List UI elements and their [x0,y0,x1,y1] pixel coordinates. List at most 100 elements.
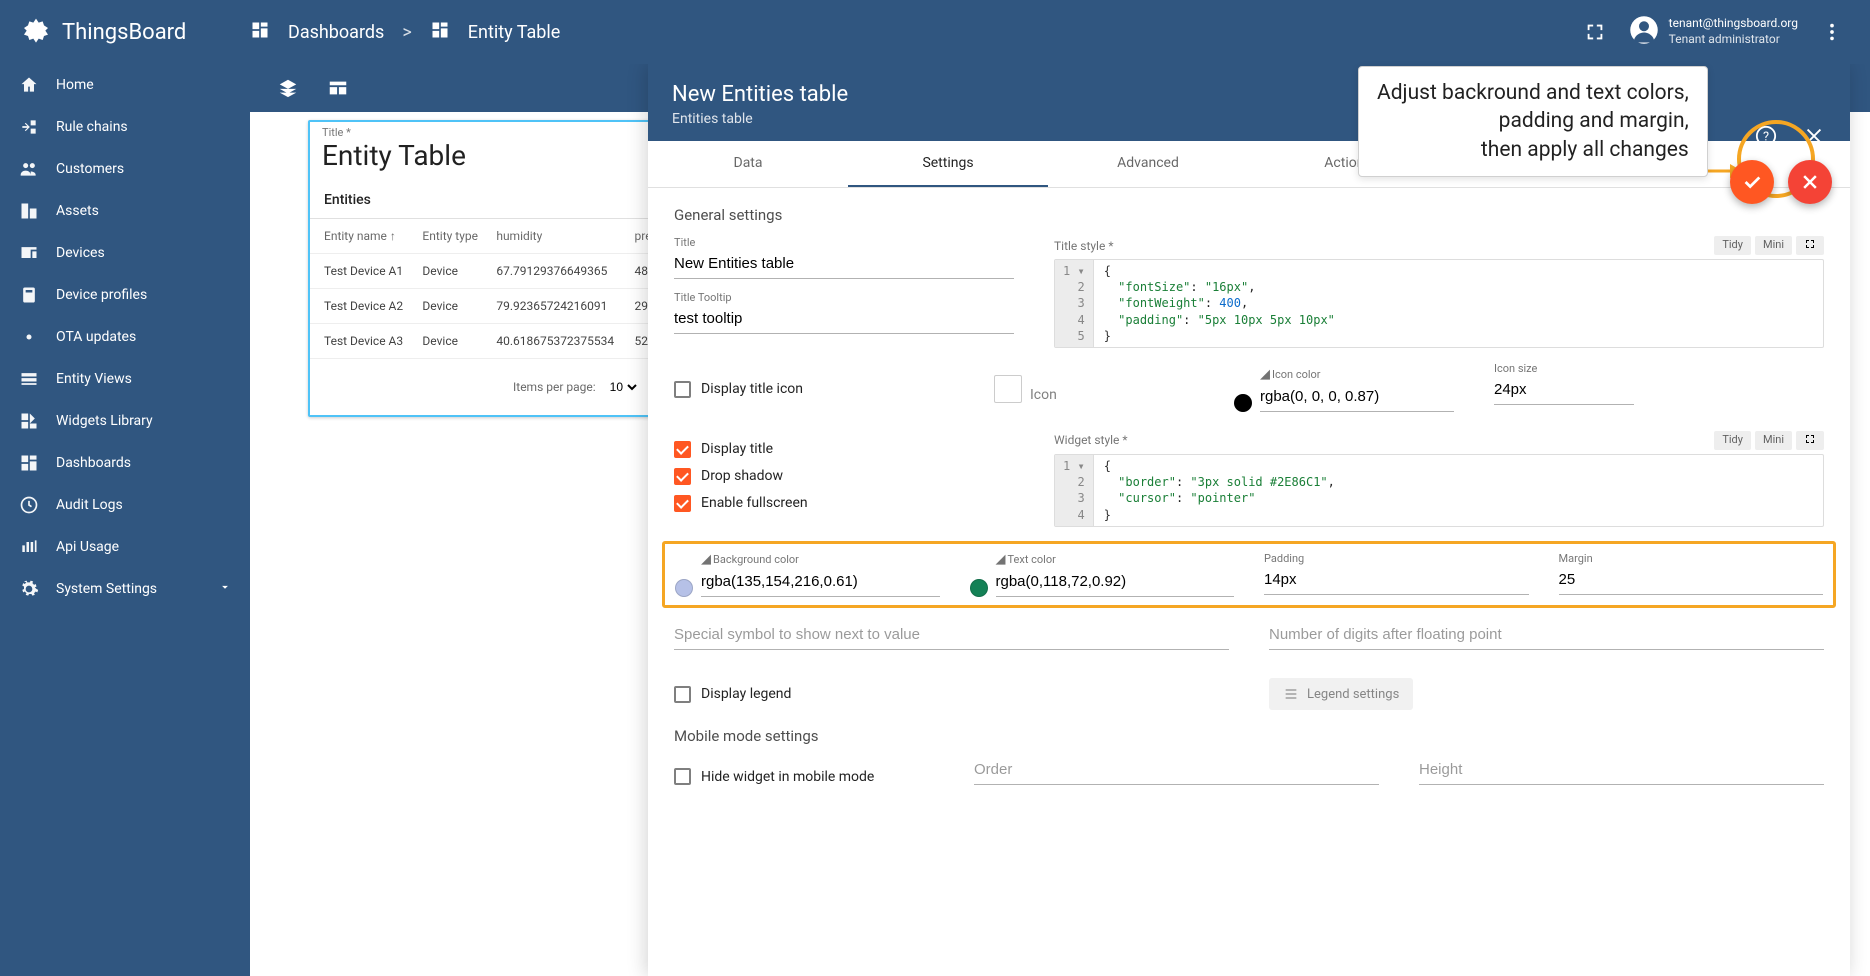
sidebar-item-assets[interactable]: Assets [0,190,250,232]
sidebar-item-label: Devices [56,245,105,261]
sort-asc-icon: ↑ [390,229,396,243]
order-input[interactable] [974,757,1379,785]
mobile-settings-heading: Mobile mode settings [674,727,1824,745]
sidebar-item-customers[interactable]: Customers [0,148,250,190]
profile-icon [18,284,40,306]
tab-settings[interactable]: Settings [848,141,1048,187]
sidebar: Home Rule chains Customers Assets Device… [0,64,250,976]
fullscreen-code-icon[interactable] [1796,431,1824,450]
title-input[interactable] [674,251,1014,279]
col-entity-type[interactable]: Entity type [414,219,488,254]
bg-color-input[interactable] [701,569,940,597]
title-label: Title * [310,122,691,139]
widgets-icon [18,410,40,432]
enable-fullscreen-checkbox[interactable] [674,495,691,512]
apply-button[interactable] [1730,160,1774,204]
help-icon[interactable]: ? [1748,118,1784,154]
tooltip-input[interactable] [674,306,1014,334]
widget-style-label: Widget style * [1054,433,1128,447]
close-icon[interactable] [1796,118,1832,154]
sidebar-item-label: Assets [56,203,99,219]
breadcrumb-item[interactable]: Dashboards [288,22,384,43]
table-row[interactable]: Test Device A3Device40.61867537237553452… [310,324,691,359]
display-legend-checkbox[interactable] [674,686,691,703]
widget-style-editor[interactable]: 1 ▾234 { "border": "3px solid #2E86C1", … [1054,454,1824,527]
domain-icon [18,200,40,222]
table-row[interactable]: Test Device A1Device67.7912937664936548.… [310,254,691,289]
widget-editor-panel: New Entities table Entities table ? Data… [648,64,1850,976]
title-field-label: Title [674,236,1014,249]
breadcrumb-item[interactable]: Entity Table [468,22,561,43]
icon-size-label: Icon size [1494,362,1634,375]
tidy-button[interactable]: Tidy [1714,431,1751,450]
more-vert-icon[interactable] [1814,14,1850,50]
display-title-icon-checkbox[interactable] [674,381,691,398]
layout-icon[interactable] [320,70,356,106]
audit-icon [18,494,40,516]
user-email: tenant@thingsboard.org [1669,16,1798,32]
devices-icon [18,242,40,264]
tab-data[interactable]: Data [648,141,848,187]
dashboard-icon [430,20,450,45]
text-color-swatch[interactable] [970,579,988,597]
layers-icon[interactable] [270,70,306,106]
mini-button[interactable]: Mini [1755,236,1792,255]
title-style-editor[interactable]: 1 ▾2345 { "fontSize": "16px", "fontWeigh… [1054,259,1824,348]
fullscreen-code-icon[interactable] [1796,236,1824,255]
tidy-button[interactable]: Tidy [1714,236,1751,255]
sidebar-item-label: Home [56,77,94,93]
drop-shadow-checkbox[interactable] [674,468,691,485]
sidebar-item-entity-views[interactable]: Entity Views [0,358,250,400]
display-title-checkbox[interactable] [674,441,691,458]
bg-color-swatch[interactable] [675,579,693,597]
account-icon [1629,15,1659,49]
hide-mobile-checkbox[interactable] [674,768,691,785]
sidebar-item-rule-chains[interactable]: Rule chains [0,106,250,148]
entities-header: Entities [310,182,691,219]
sidebar-item-settings[interactable]: System Settings [0,568,250,610]
icon-size-input[interactable] [1494,377,1634,405]
color-picker-icon: ◢ [1260,367,1270,382]
icon-preview[interactable] [994,375,1022,403]
home-icon [18,74,40,96]
margin-input[interactable] [1559,567,1824,595]
tab-advanced[interactable]: Advanced [1048,141,1248,187]
app-logo[interactable]: ThingsBoard [20,16,250,48]
icon-color-swatch[interactable] [1234,394,1252,412]
general-settings-heading: General settings [674,206,1824,224]
col-entity-name[interactable]: Entity name↑ [310,219,414,254]
pager-select[interactable]: 10 [606,379,640,395]
sidebar-item-home[interactable]: Home [0,64,250,106]
mini-button[interactable]: Mini [1755,431,1792,450]
sidebar-item-label: Customers [56,161,124,177]
height-input[interactable] [1419,757,1824,785]
sidebar-item-ota[interactable]: OTA updates [0,316,250,358]
views-icon [18,368,40,390]
sidebar-item-label: Rule chains [56,119,128,135]
table-row[interactable]: Test Device A2Device79.9236572421609129.… [310,289,691,324]
sidebar-item-device-profiles[interactable]: Device profiles [0,274,250,316]
entity-table-widget[interactable]: Title * Entity Table Entities Entity nam… [308,120,693,417]
chevron-down-icon [218,580,232,598]
digits-input[interactable] [1269,622,1824,650]
icon-color-input[interactable] [1260,384,1454,412]
padding-label: Padding [1264,552,1529,565]
sidebar-item-widgets[interactable]: Widgets Library [0,400,250,442]
sidebar-item-api[interactable]: Api Usage [0,526,250,568]
people-icon [18,158,40,180]
title-style-label: Title style * [1054,239,1113,253]
sidebar-item-dashboards[interactable]: Dashboards [0,442,250,484]
padding-input[interactable] [1264,567,1529,595]
cancel-button[interactable] [1788,160,1832,204]
fullscreen-icon[interactable] [1577,14,1613,50]
col-humidity[interactable]: humidity [488,219,626,254]
text-color-input[interactable] [996,569,1235,597]
display-title-icon-label: Display title icon [701,381,803,397]
rule-icon [18,116,40,138]
sidebar-item-audit[interactable]: Audit Logs [0,484,250,526]
color-padding-margin-row: ◢Background color ◢Text color Padding [662,541,1836,608]
sidebar-item-devices[interactable]: Devices [0,232,250,274]
user-menu[interactable]: tenant@thingsboard.org Tenant administra… [1629,15,1798,49]
tooltip-field-label: Title Tooltip [674,291,1014,304]
special-symbol-input[interactable] [674,622,1229,650]
